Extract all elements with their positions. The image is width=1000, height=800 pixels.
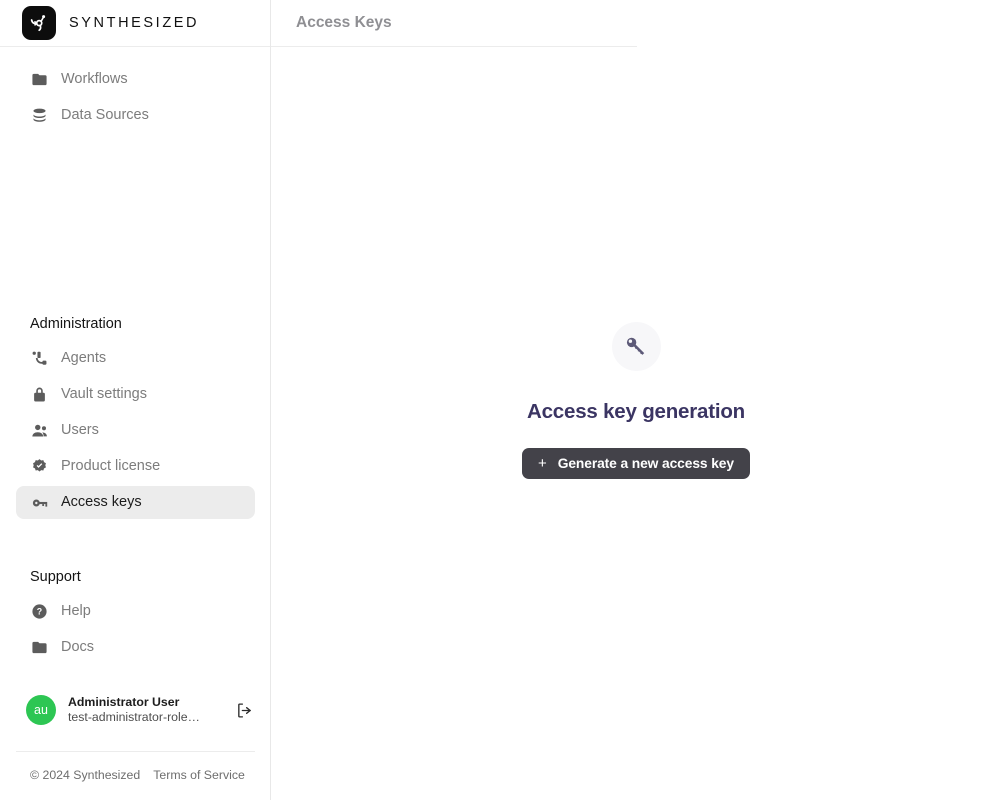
sidebar-item-label: Data Sources: [61, 107, 149, 124]
empty-state-title: Access key generation: [527, 399, 745, 423]
synthesized-node-graph-icon: [22, 6, 56, 40]
footer-divider: [16, 751, 255, 752]
sidebar-item-label: Product license: [61, 458, 161, 475]
key-icon: [611, 321, 661, 371]
sidebar-item-workflows[interactable]: Workflows: [16, 63, 254, 96]
brand-name: SYNTHESIZED: [69, 15, 200, 31]
sidebar-item-label: Access keys: [61, 494, 142, 511]
agents-hub-icon: [30, 349, 49, 368]
support-section: Support ? Help Docs: [0, 569, 271, 667]
administration-heading: Administration: [30, 316, 122, 332]
empty-state: Access key generation + Generate a new a…: [271, 0, 1000, 800]
sidebar-item-label: Agents: [61, 350, 107, 367]
sidebar-item-label: Vault settings: [61, 386, 147, 403]
terms-of-service-link[interactable]: Terms of Service: [153, 768, 245, 782]
user-name: Administrator User: [68, 695, 180, 709]
users-icon: [30, 421, 49, 440]
database-icon: [30, 106, 49, 125]
sidebar-item-label: Help: [61, 603, 91, 620]
sidebar-item-agents[interactable]: Agents: [16, 342, 255, 375]
key-icon: [30, 493, 49, 512]
logout-icon[interactable]: [233, 699, 255, 721]
sidebar-item-users[interactable]: Users: [16, 414, 255, 447]
lock-icon: [30, 385, 49, 404]
user-role: test-administrator-role…: [68, 710, 200, 724]
sidebar-item-help[interactable]: ? Help: [16, 595, 255, 628]
user-meta: Administrator User test-administrator-ro…: [68, 695, 233, 725]
administration-section: Administration Agents Vault settings Use…: [0, 316, 271, 522]
plus-icon: +: [538, 454, 547, 472]
sidebar-item-label: Workflows: [61, 71, 128, 88]
sidebar-item-access-keys[interactable]: Access keys: [16, 486, 255, 519]
folder-icon: [30, 638, 49, 657]
main-content: Access Keys Access key generation + Gene…: [271, 0, 1000, 800]
generate-access-key-button[interactable]: + Generate a new access key: [522, 447, 750, 479]
help-circle-icon: ?: [30, 602, 49, 621]
primary-nav: Workflows Data Sources: [0, 47, 270, 132]
brand-header[interactable]: SYNTHESIZED: [0, 0, 270, 47]
sidebar-item-label: Users: [61, 422, 99, 439]
generate-access-key-label: Generate a new access key: [557, 455, 734, 471]
support-heading: Support: [30, 569, 81, 585]
sidebar-item-label: Docs: [61, 639, 95, 656]
copyright-text: © 2024 Synthesized: [30, 768, 141, 782]
sidebar-item-data-sources[interactable]: Data Sources: [16, 99, 254, 132]
sidebar: SYNTHESIZED Workflows Data Sources Admin…: [0, 0, 271, 800]
sidebar-footer: © 2024 Synthesized Terms of Service: [30, 768, 245, 782]
svg-text:?: ?: [37, 607, 42, 617]
user-profile-row[interactable]: au Administrator User test-administrator…: [0, 695, 271, 725]
verified-badge-icon: [30, 457, 49, 476]
sidebar-item-product-license[interactable]: Product license: [16, 450, 255, 483]
avatar: au: [26, 695, 56, 725]
app-root: SYNTHESIZED Workflows Data Sources Admin…: [0, 0, 1000, 800]
sidebar-item-vault-settings[interactable]: Vault settings: [16, 378, 255, 411]
folder-icon: [30, 70, 49, 89]
sidebar-item-docs[interactable]: Docs: [16, 631, 255, 664]
